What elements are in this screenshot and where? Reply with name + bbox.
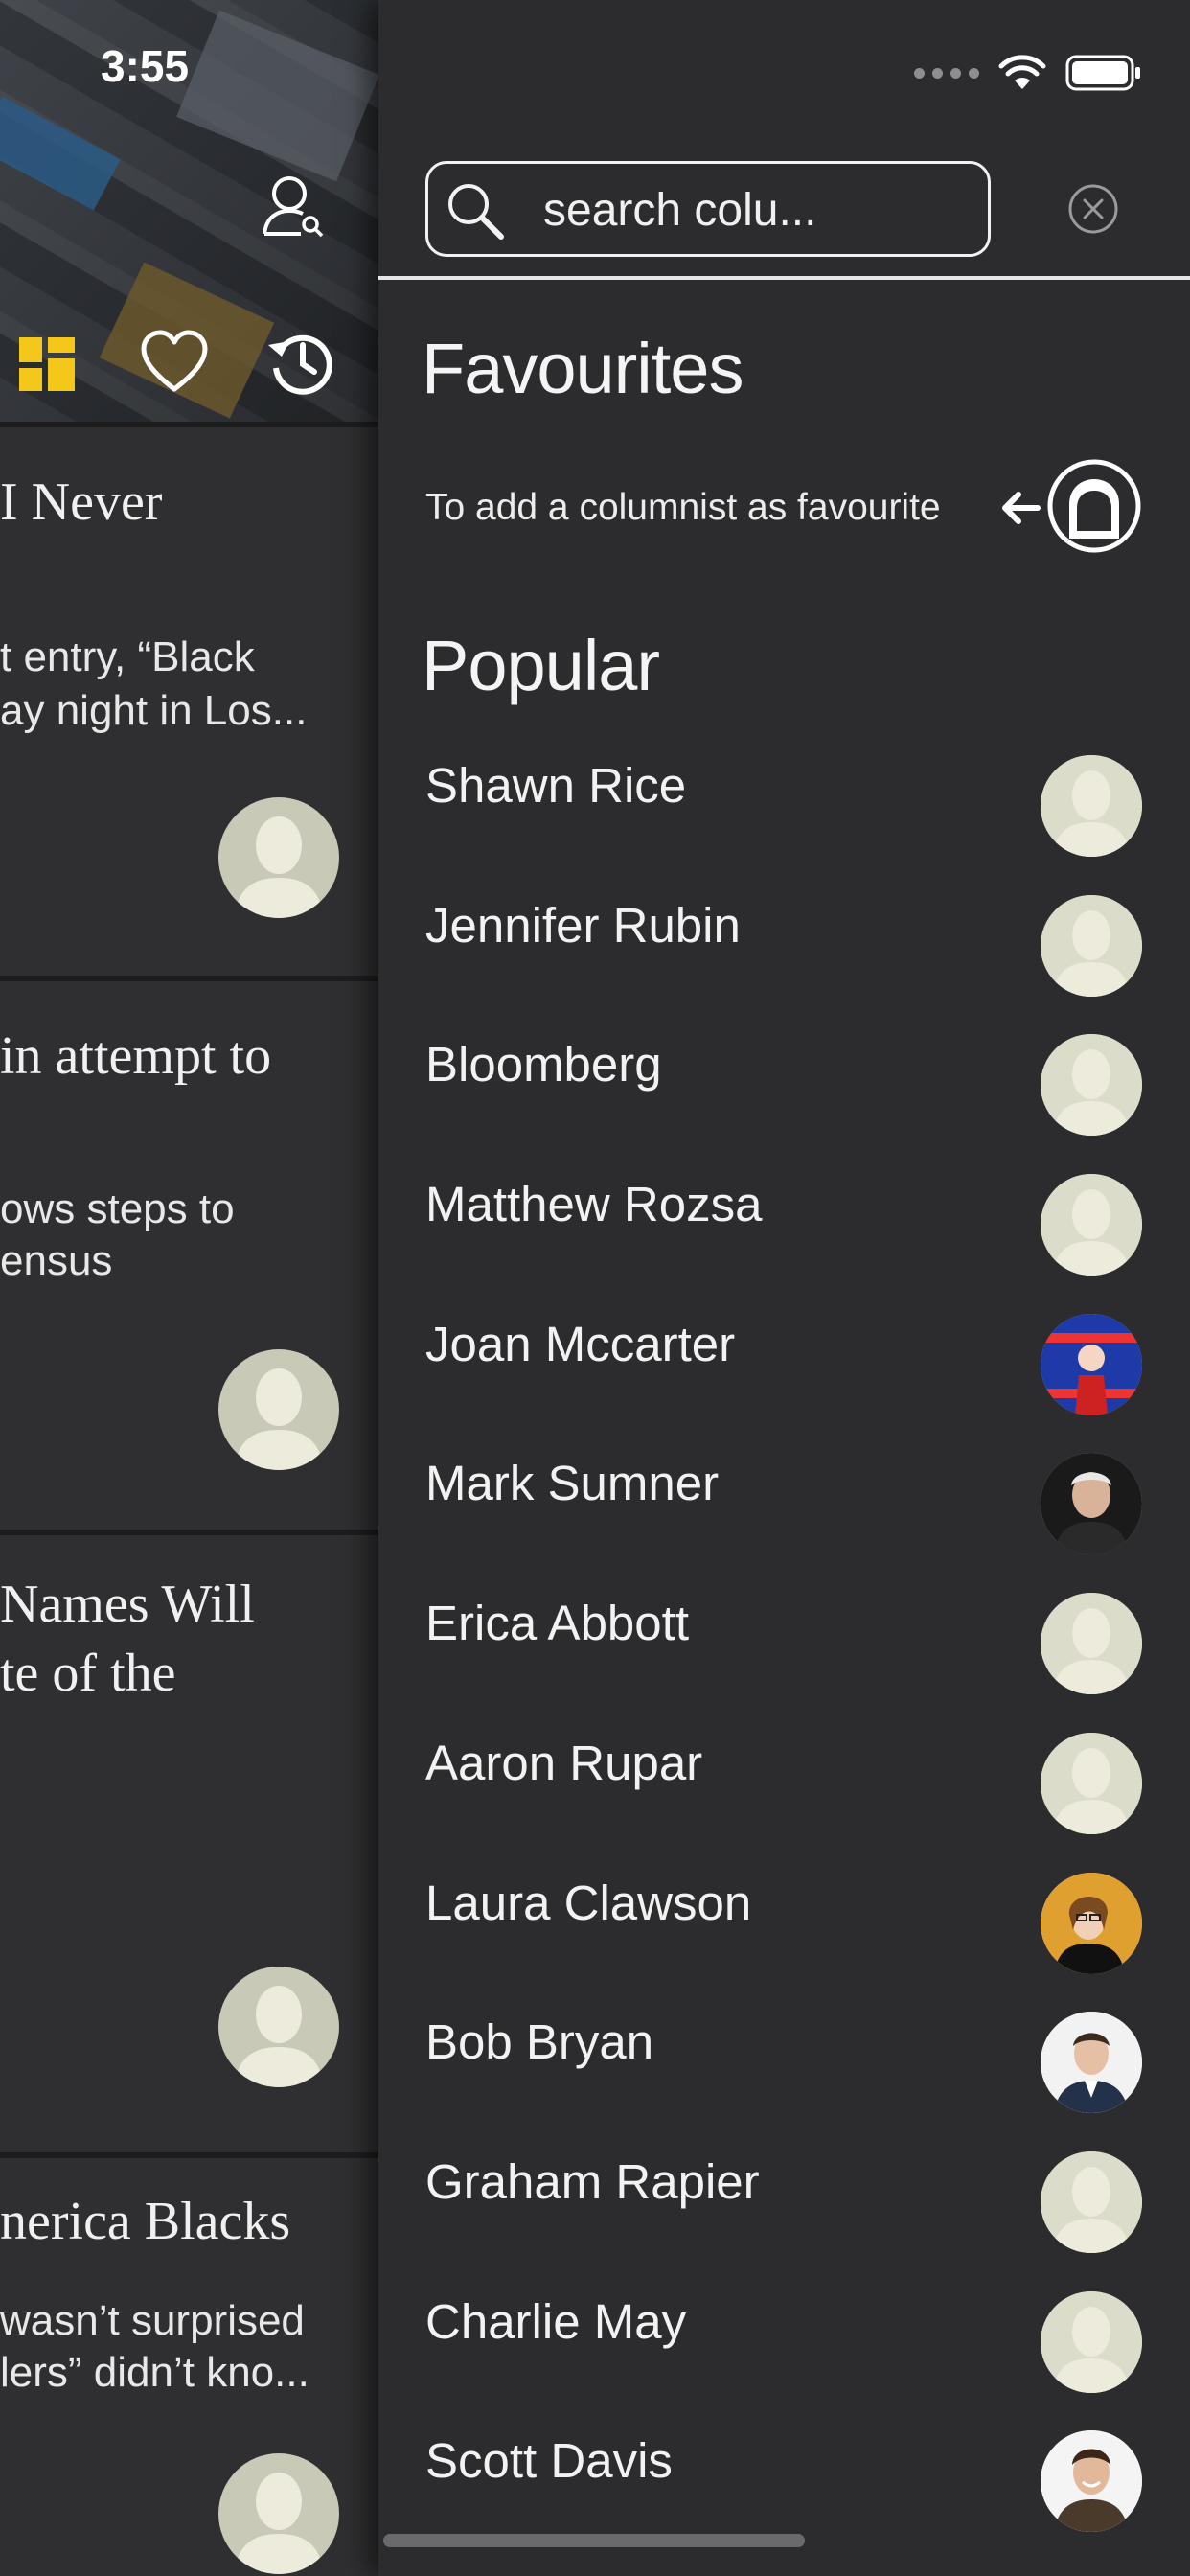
arrow-left-icon	[1002, 492, 1041, 524]
default-avatar-icon	[1041, 755, 1142, 857]
columnist-row[interactable]: Scott Davis	[378, 2400, 1190, 2540]
author-avatar-icon	[218, 2453, 339, 2574]
search-icon	[448, 184, 504, 240]
popular-heading: Popular	[422, 626, 660, 705]
article-card[interactable]: in attempt to ows steps to ensus	[0, 976, 378, 1530]
default-avatar-icon	[1041, 2150, 1142, 2253]
columnist-name: Laura Clawson	[425, 1874, 752, 1930]
article-card[interactable]: Names Will te of the	[0, 1530, 378, 2152]
profile-search-icon[interactable]	[257, 169, 330, 242]
default-avatar-icon	[1041, 894, 1142, 997]
default-avatar-icon	[1041, 2290, 1142, 2393]
popular-columnists-list: Shawn Rice Jennifer Rubin Bloomberg Matthew…	[378, 724, 1190, 2540]
signal-icon	[914, 67, 979, 79]
columnist-avatar	[1041, 1872, 1142, 1974]
search-box[interactable]	[425, 161, 991, 257]
favourites-hint: To add a columnist as favourite	[425, 487, 941, 528]
columnist-name: Joan Mccarter	[425, 1316, 736, 1371]
clear-search-icon[interactable]	[1066, 182, 1120, 236]
favourites-heading: Favourites	[422, 329, 744, 408]
header-image-detail	[176, 10, 378, 182]
columnist-row[interactable]: Graham Rapier	[378, 2121, 1190, 2261]
columnist-row[interactable]: Bloomberg	[378, 1003, 1190, 1143]
author-avatar-icon	[218, 797, 339, 918]
wifi-icon	[998, 55, 1046, 89]
header-image-detail	[0, 96, 121, 211]
default-avatar-icon	[1041, 1174, 1142, 1276]
columnist-row[interactable]: Shawn Rice	[378, 724, 1190, 864]
columnist-name: Scott Davis	[425, 2433, 673, 2489]
article-snippet: wasn’t surprised	[0, 2297, 305, 2344]
home-indicator[interactable]	[383, 2534, 805, 2547]
article-card[interactable]: nerica Blacks wasn’t surprised lers” did…	[0, 2152, 378, 2576]
article-snippet: t entry, “Black	[0, 633, 255, 680]
article-title: nerica Blacks	[0, 2192, 291, 2251]
columnist-avatar	[1041, 1453, 1142, 1555]
columnist-row[interactable]: Jennifer Rubin	[378, 864, 1190, 1004]
columnist-name: Bloomberg	[425, 1037, 662, 1092]
columnist-row[interactable]: Mark Sumner	[378, 1422, 1190, 1562]
author-avatar-icon	[218, 1349, 339, 1470]
columnist-row[interactable]: Erica Abbott	[378, 1562, 1190, 1702]
article-snippet: lers” didn’t kno...	[0, 2349, 309, 2396]
default-avatar-icon	[1041, 1593, 1142, 1695]
favourite-avatar-icon	[1047, 459, 1141, 553]
columnist-name: Shawn Rice	[425, 758, 687, 813]
columnist-row[interactable]: Laura Clawson	[378, 1842, 1190, 1982]
columnist-name: Erica Abbott	[425, 1596, 689, 1651]
article-snippet: ensus	[0, 1237, 113, 1284]
columnist-name: Graham Rapier	[425, 2153, 760, 2209]
columnist-avatar	[1041, 1313, 1142, 1415]
columnist-row[interactable]: Matthew Rozsa	[378, 1143, 1190, 1283]
battery-icon	[1065, 55, 1140, 91]
history-icon[interactable]	[266, 328, 335, 397]
article-snippet: ows steps to	[0, 1185, 235, 1232]
columnist-name: Mark Sumner	[425, 1456, 720, 1511]
status-time: 3:55	[101, 41, 190, 91]
columnist-avatar	[1041, 2430, 1142, 2533]
default-avatar-icon	[1041, 1732, 1142, 1834]
heart-icon[interactable]	[140, 328, 209, 397]
columnist-row[interactable]: Aaron Rupar	[378, 1702, 1190, 1842]
article-snippet: ay night in Los...	[0, 687, 308, 734]
columnists-drawer: Favourites To add a columnist as favouri…	[378, 0, 1190, 2576]
columnist-name: Bob Bryan	[425, 2014, 654, 2070]
divider	[378, 276, 1190, 280]
article-title: in attempt to	[0, 1026, 272, 1086]
grid-view-icon[interactable]	[17, 335, 79, 393]
default-avatar-icon	[1041, 1034, 1142, 1137]
columnist-avatar	[1041, 2012, 1142, 2114]
article-title: I Never	[0, 472, 163, 532]
columnist-row[interactable]: Bob Bryan	[378, 1981, 1190, 2121]
columnist-name: Aaron Rupar	[425, 1735, 703, 1790]
columnist-name: Matthew Rozsa	[425, 1177, 763, 1232]
article-title: te of the	[0, 1644, 176, 1703]
article-card[interactable]: I Never t entry, “Black ay night in Los.…	[0, 422, 378, 976]
article-title: Names Will	[0, 1575, 255, 1634]
author-avatar-icon	[218, 1966, 339, 2087]
status-indicators	[914, 54, 1142, 92]
columnist-row[interactable]: Joan Mccarter	[378, 1283, 1190, 1423]
columnist-name: Jennifer Rubin	[425, 897, 741, 953]
columnist-row[interactable]: Charlie May	[378, 2261, 1190, 2401]
search-input[interactable]	[543, 173, 965, 246]
columnist-name: Charlie May	[425, 2293, 687, 2349]
article-feed: 3:55 I Never t entry, “Black ay night in…	[0, 0, 378, 2576]
